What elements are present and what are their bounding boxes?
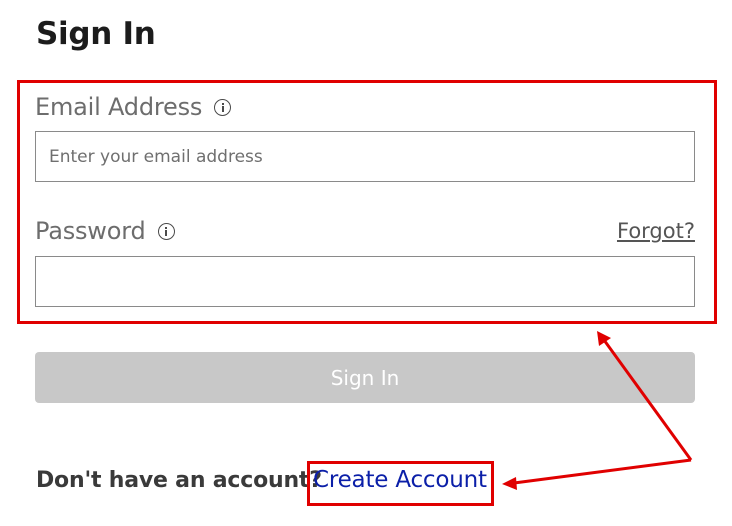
password-label: Password bbox=[35, 217, 175, 245]
email-label-text: Email Address bbox=[35, 93, 203, 121]
create-account-link[interactable]: Create Account bbox=[313, 467, 487, 493]
arrowhead-form bbox=[597, 331, 611, 346]
arrow-to-create-account bbox=[513, 458, 692, 485]
info-icon[interactable] bbox=[157, 222, 175, 240]
email-label: Email Address bbox=[35, 93, 232, 121]
info-icon[interactable] bbox=[214, 98, 232, 116]
arrowhead-create-account bbox=[502, 477, 517, 490]
no-account-prompt: Don't have an account? bbox=[36, 468, 322, 493]
sign-in-button[interactable]: Sign In bbox=[35, 352, 695, 403]
password-input[interactable] bbox=[35, 256, 695, 307]
password-label-text: Password bbox=[35, 217, 146, 245]
email-input[interactable] bbox=[35, 131, 695, 182]
forgot-password-link[interactable]: Forgot? bbox=[617, 219, 695, 243]
page-title: Sign In bbox=[36, 16, 156, 52]
